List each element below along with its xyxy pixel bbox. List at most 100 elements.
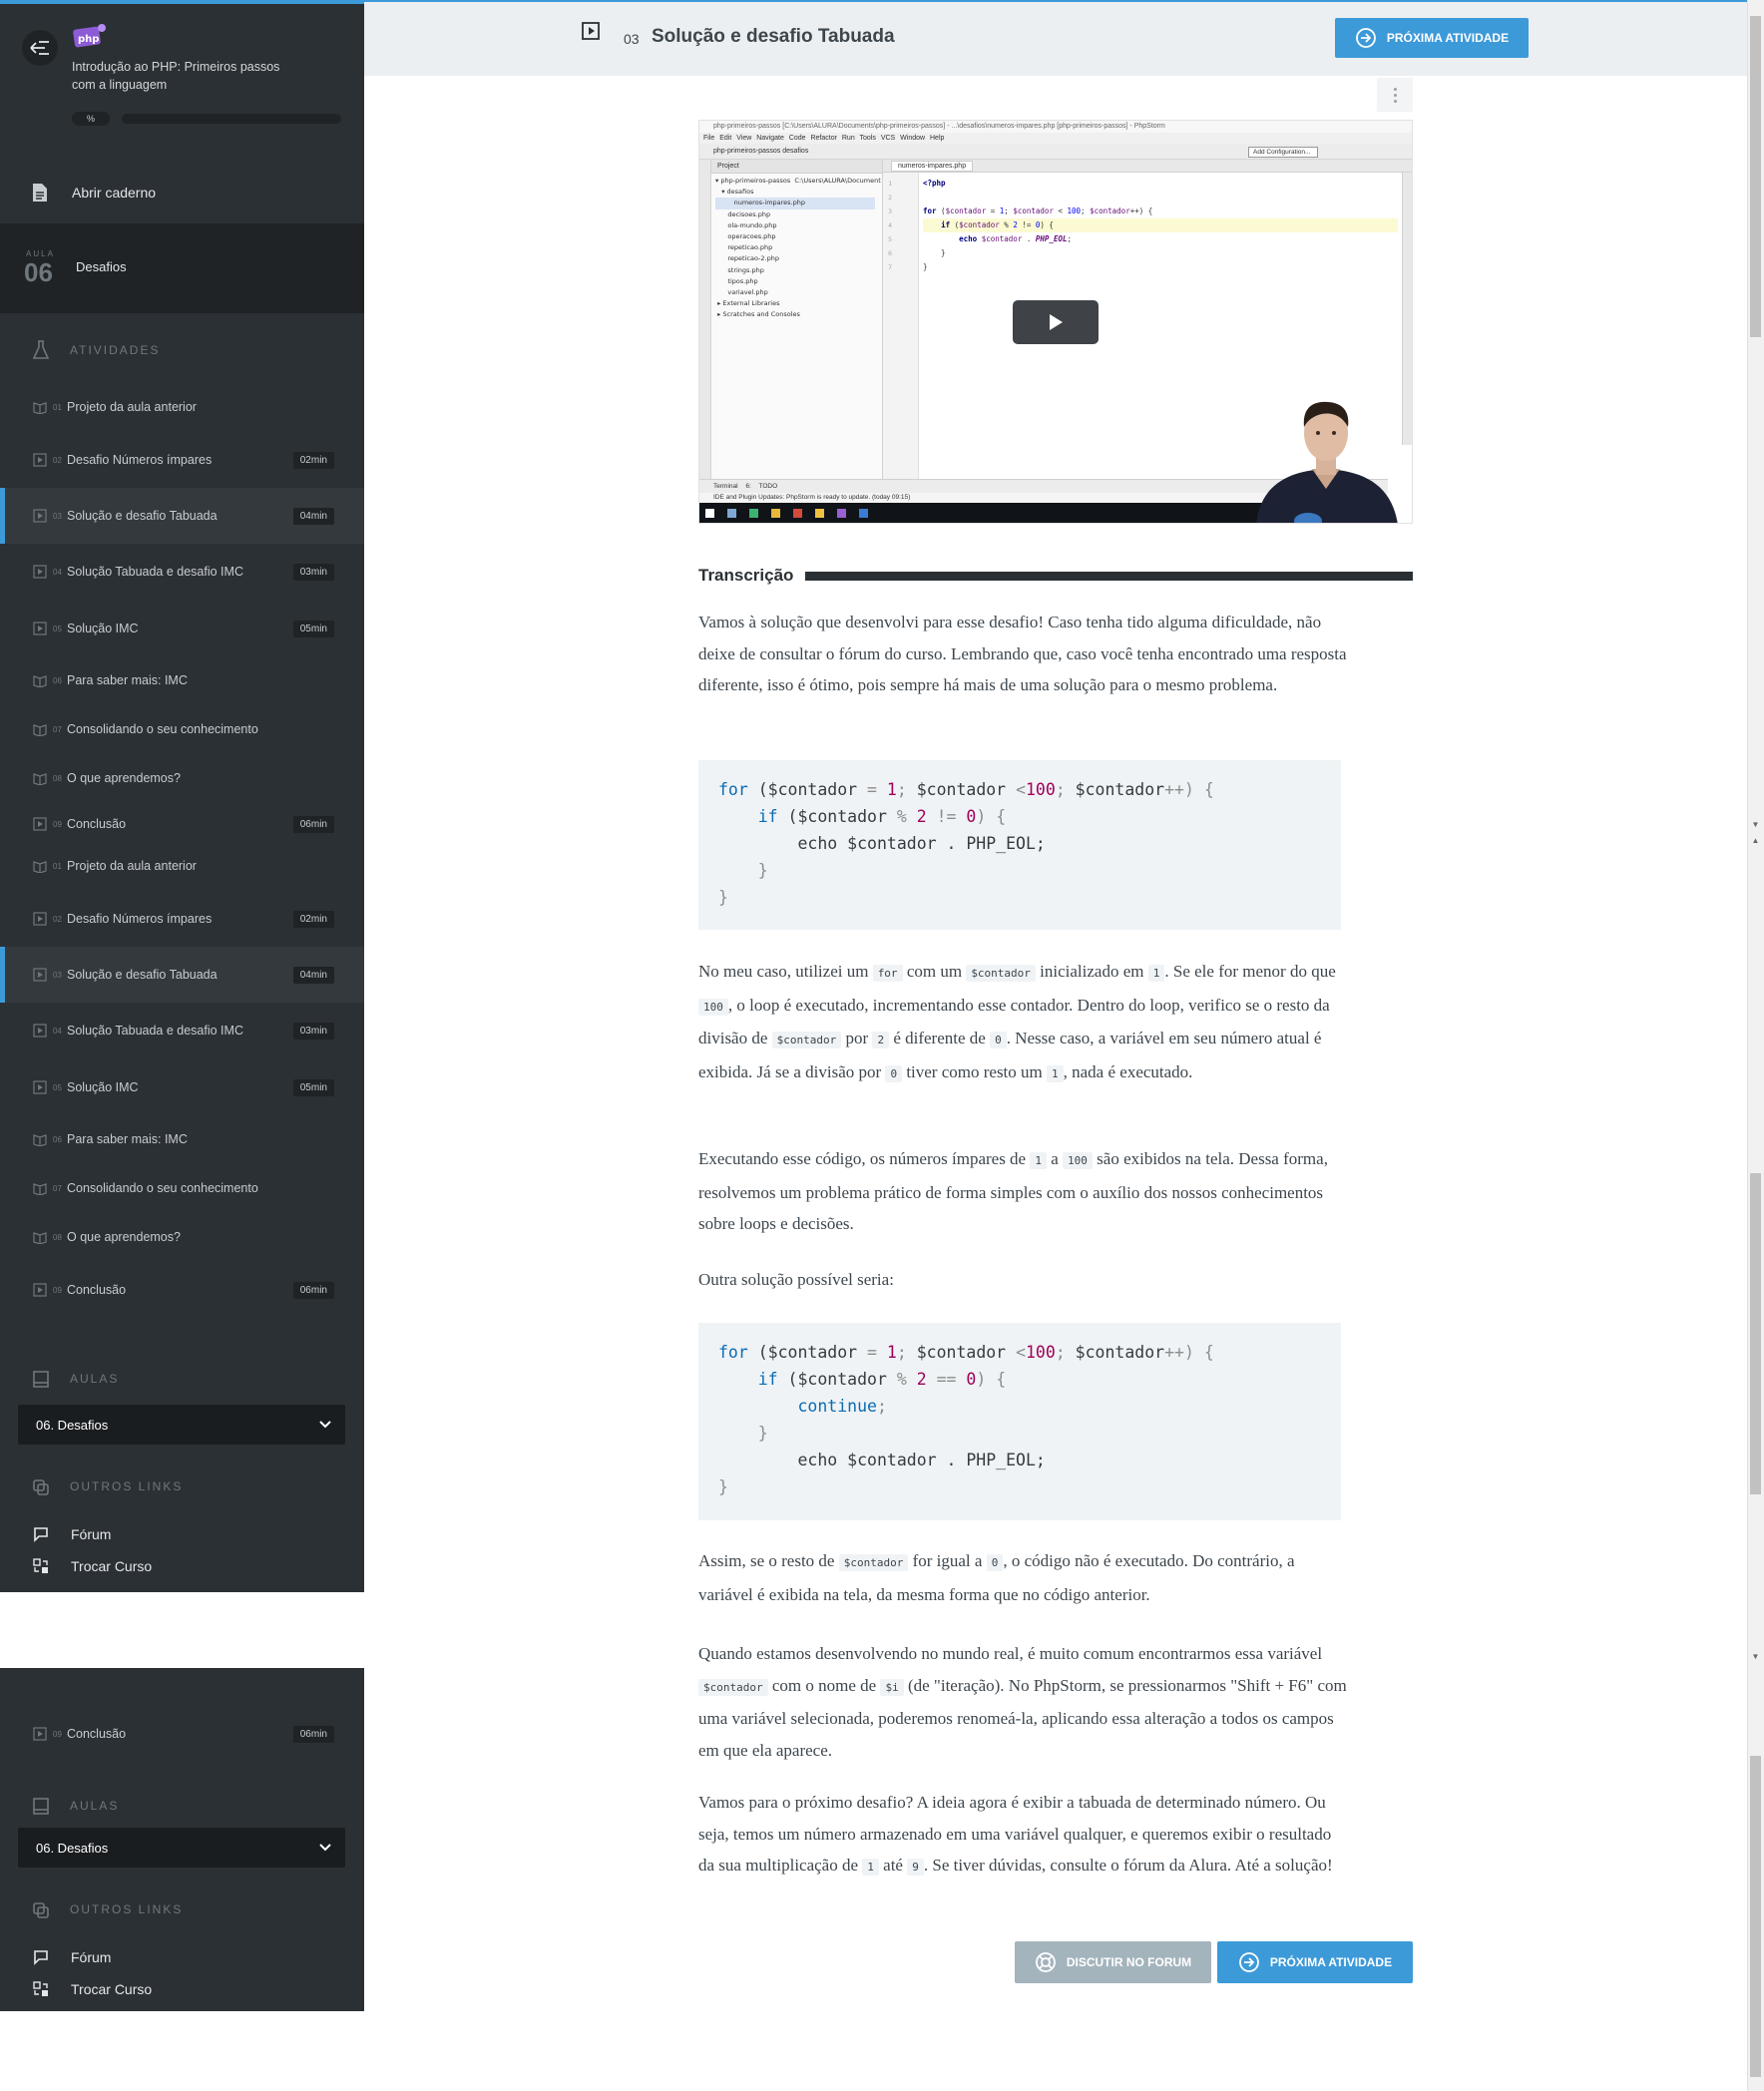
- book-open-icon: [33, 402, 47, 414]
- activity-title: Solução e desafio Tabuada: [67, 509, 218, 523]
- activity-number: 06: [53, 675, 62, 685]
- ide-tree-item: ▾ php-primeiros-passos C:\Users\ALURA\Do…: [715, 177, 881, 185]
- page-title: Solução e desafio Tabuada: [652, 26, 895, 47]
- sidebar-activity-item[interactable]: 06 Para saber mais: IMC: [0, 1111, 364, 1167]
- sidebar-activity-item[interactable]: 05 Solução IMC 05min: [0, 1059, 364, 1115]
- collapse-sidebar-button[interactable]: [22, 30, 58, 66]
- sidebar-activity-item[interactable]: 09 Conclusão 06min: [0, 814, 364, 834]
- discuss-forum-label: DISCUTIR NO FORUM: [1066, 1955, 1192, 1969]
- ide-menu-bar: File Edit View Navigate Code Refactor Ru…: [699, 133, 1412, 144]
- sidebar-activity-item[interactable]: 09 Conclusão 06min: [0, 1262, 364, 1318]
- activity-number: 07: [53, 724, 62, 734]
- ide-add-config: Add Configuration...: [1248, 147, 1318, 158]
- sidebar-activity-item[interactable]: 02 Desafio Números ímpares 02min: [0, 432, 364, 488]
- forum-link-dup[interactable]: Fórum: [0, 1943, 364, 1971]
- change-course-link[interactable]: Trocar Curso: [0, 1552, 364, 1580]
- next-activity-button[interactable]: PRÓXIMA ATIVIDADE: [1335, 18, 1529, 58]
- arrow-left-menu-icon: [30, 41, 49, 55]
- aulas-select-dup[interactable]: 06. Desafios: [18, 1828, 345, 1868]
- course-title[interactable]: Introdução ao PHP: Primeiros passos com …: [72, 58, 281, 94]
- sidebar-activity-item[interactable]: 01 Projeto da aula anterior: [0, 838, 364, 894]
- ide-tree-item: repeticao.php: [715, 243, 773, 252]
- book-open-icon: [33, 773, 47, 785]
- chevron-down-icon: [319, 1844, 331, 1852]
- taskbar-app-icon: [771, 509, 780, 518]
- activity-title: Solução e desafio Tabuada: [67, 968, 218, 982]
- link-icon: [33, 1479, 49, 1495]
- video-play-button[interactable]: [1013, 300, 1099, 344]
- activity-number: 05: [53, 624, 62, 633]
- activity-number: 02: [53, 914, 62, 924]
- sidebar-activity-item[interactable]: 06 Para saber mais: IMC: [0, 652, 364, 708]
- aulas-select[interactable]: 06. Desafios: [18, 1405, 345, 1445]
- activity-duration: 06min: [292, 1725, 334, 1743]
- activity-number: 03: [624, 31, 640, 47]
- scroll-down-arrow-icon-2[interactable]: ▼: [1750, 1652, 1761, 1661]
- activity-duration: 06min: [292, 815, 334, 833]
- taskbar-app-icon: [815, 509, 824, 518]
- sidebar-activity-item[interactable]: 03 Solução e desafio Tabuada 04min: [0, 947, 364, 1003]
- progress-bar: [122, 114, 341, 124]
- ide-tree-item: variavel.php: [715, 288, 768, 297]
- scrollbar-thumb[interactable]: [1750, 16, 1761, 337]
- discuss-forum-button[interactable]: DISCUTIR NO FORUM: [1015, 1941, 1211, 1983]
- aulas-select-value: 06. Desafios: [36, 1417, 109, 1433]
- ide-project-header: Project: [711, 160, 882, 174]
- transcript-paragraph-5: Assim, se o resto de $contador for igual…: [698, 1551, 1295, 1604]
- scroll-up-arrow-icon[interactable]: ▲: [1750, 836, 1761, 845]
- video-icon: [33, 565, 47, 579]
- open-notebook-link[interactable]: Abrir caderno: [0, 172, 364, 213]
- taskbar-app-icon: [793, 509, 802, 518]
- sidebar-activity-item[interactable]: 07 Consolidando o seu conhecimento: [0, 1160, 364, 1216]
- ide-tree-item: decisoes.php: [715, 209, 771, 218]
- svg-text:php: php: [78, 34, 99, 45]
- sidebar-activity-item[interactable]: 05 Solução IMC 05min: [0, 601, 364, 656]
- transcript-paragraph-4: Outra solução possível seria:: [698, 1270, 894, 1289]
- instructor-webcam: [1256, 401, 1412, 523]
- sidebar-activity-item[interactable]: 07 Consolidando o seu conhecimento: [0, 701, 364, 757]
- next-activity-button-bottom[interactable]: PRÓXIMA ATIVIDADE: [1217, 1941, 1413, 1983]
- activity-duration: 03min: [292, 563, 334, 581]
- sidebar-activity-conclusao[interactable]: 09 Conclusão 06min: [0, 1706, 364, 1762]
- video-icon: [33, 622, 47, 635]
- code-block-1: for ($contador = 1; $contador <100; $con…: [698, 760, 1341, 930]
- sidebar-activity-item[interactable]: 03 Solução e desafio Tabuada 04min: [0, 488, 364, 544]
- more-options-button[interactable]: [1377, 78, 1413, 112]
- change-course-link-dup[interactable]: Trocar Curso: [0, 1975, 364, 2003]
- sidebar-activity-item[interactable]: 08 O que aprendemos?: [0, 750, 364, 806]
- sidebar-activity-item[interactable]: 08 O que aprendemos?: [0, 1209, 364, 1265]
- scroll-down-arrow-icon[interactable]: ▼: [1750, 820, 1761, 829]
- sidebar-activity-item[interactable]: 01 Projeto da aula anterior: [0, 379, 364, 435]
- scrollbar-thumb-2[interactable]: [1750, 1173, 1761, 1494]
- scrollbar-thumb-3[interactable]: [1750, 1756, 1761, 2077]
- dot-icon: [1393, 87, 1397, 91]
- book-open-icon: [33, 724, 47, 736]
- ide-left-strip: [699, 160, 711, 479]
- book-open-icon: [33, 1183, 47, 1195]
- open-notebook-label: Abrir caderno: [72, 185, 157, 201]
- sidebar-activity-item[interactable]: 04 Solução Tabuada e desafio IMC 03min: [0, 1003, 364, 1058]
- book-open-icon: [33, 1232, 47, 1244]
- video-player[interactable]: php-primeiros-passos [C:\Users\ALURA\Doc…: [698, 120, 1413, 524]
- ide-project-tree: ▾ php-primeiros-passos C:\Users\ALURA\Do…: [711, 174, 882, 321]
- ide-gutter: 1 2 3 4 5 6 7: [883, 173, 919, 479]
- ide-tree-item: numeros-impares.php: [715, 198, 875, 209]
- header-top-accent: [364, 0, 1747, 2]
- windows-start-icon: [705, 509, 714, 518]
- sidebar-activity-item[interactable]: 02 Desafio Números ímpares 02min: [0, 891, 364, 947]
- activity-title: Consolidando o seu conhecimento: [67, 722, 258, 736]
- ide-tree-item: ▸ External Libraries: [715, 299, 780, 308]
- other-links-header-dup: OUTROS LINKS: [0, 1889, 364, 1929]
- book-open-icon: [33, 675, 47, 687]
- forum-link[interactable]: Fórum: [0, 1520, 364, 1548]
- activity-title: O que aprendemos?: [67, 771, 181, 785]
- activity-number: 01: [53, 402, 62, 412]
- lesson-number: 06: [24, 257, 53, 287]
- play-icon: [1050, 314, 1063, 330]
- sidebar-activity-item[interactable]: 04 Solução Tabuada e desafio IMC 03min: [0, 544, 364, 600]
- document-icon: [33, 184, 47, 202]
- link-icon: [33, 1902, 49, 1918]
- forum-link-label: Fórum: [71, 1949, 112, 1965]
- aulas-select-value: 06. Desafios: [36, 1840, 109, 1856]
- activity-number: 04: [53, 567, 62, 577]
